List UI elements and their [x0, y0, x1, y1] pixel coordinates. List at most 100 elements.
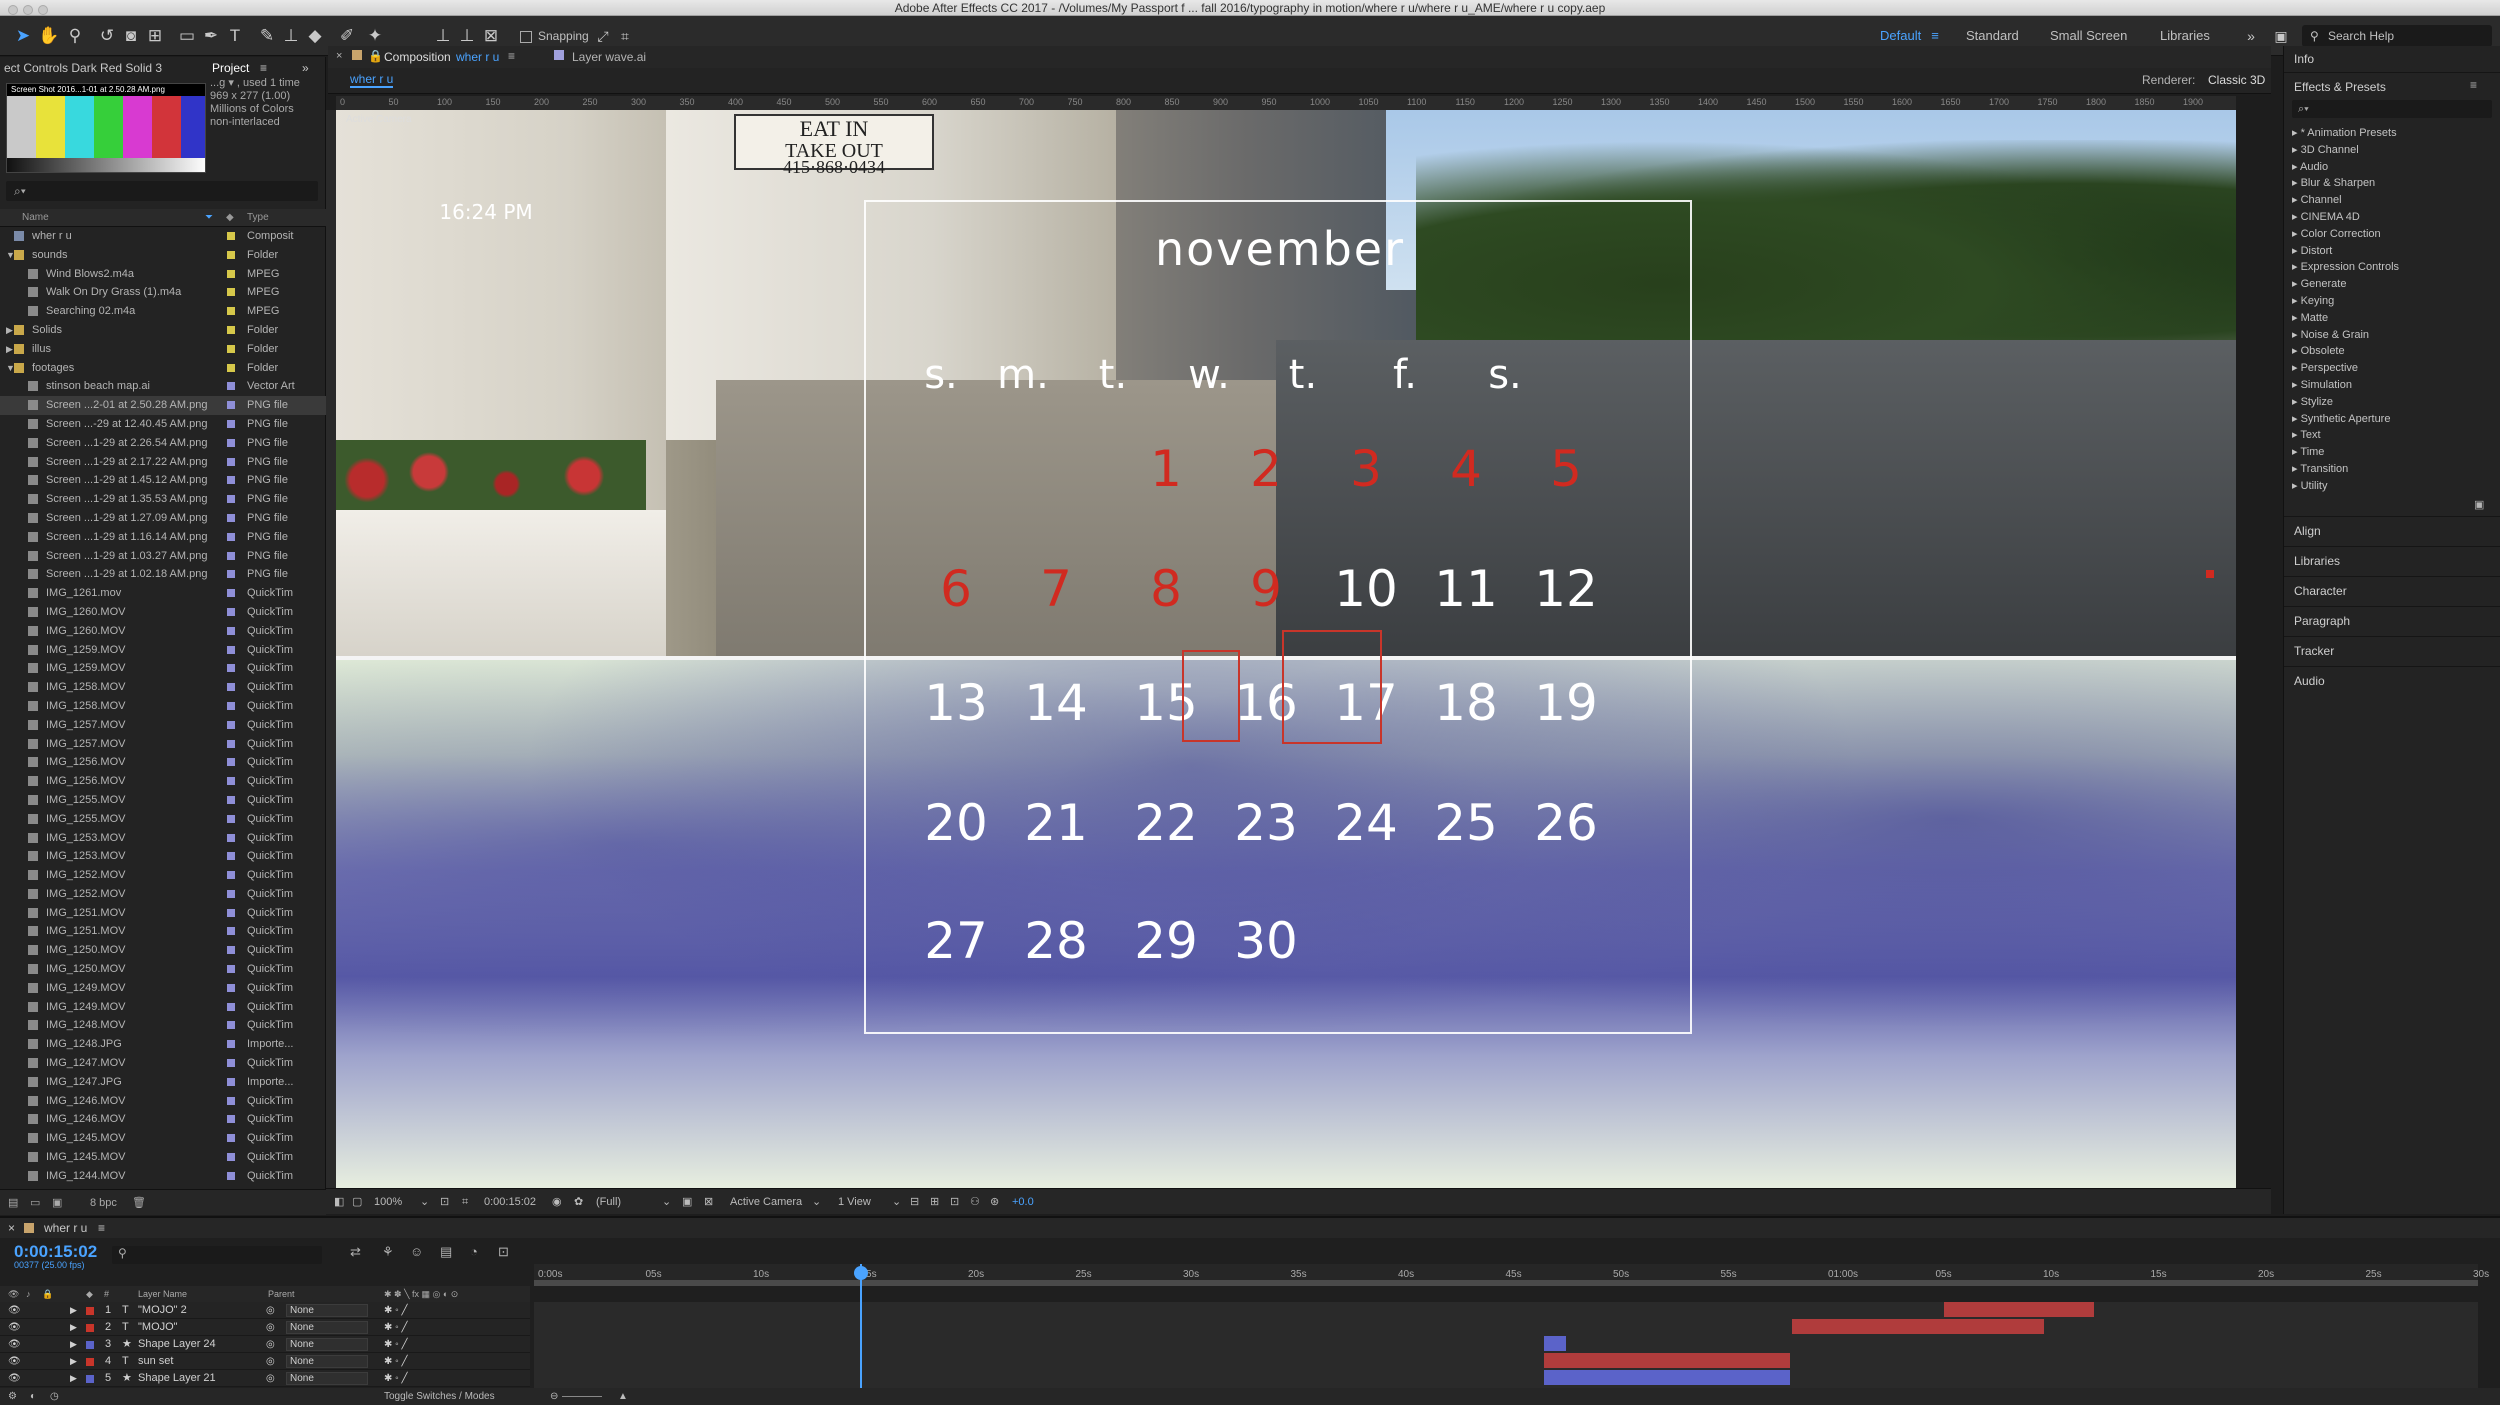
parent-select[interactable]: None — [286, 1321, 368, 1334]
layer-switches[interactable]: ✱ ◦ ╱ — [384, 1336, 408, 1353]
layer-twirl-icon[interactable]: ▶ — [70, 1353, 77, 1370]
disclosure-triangle-icon[interactable]: ▸ — [2292, 228, 2301, 240]
clone-stamp-tool-icon[interactable]: ⊥ — [280, 25, 302, 47]
calendar-day[interactable]: 14 — [1016, 674, 1096, 732]
project-item[interactable]: IMG_1250.MOV QuickTim — [0, 941, 326, 960]
always-preview-icon[interactable]: ◧ — [334, 1189, 344, 1215]
calendar-day[interactable]: 21 — [1016, 794, 1096, 852]
parent-select[interactable]: None — [286, 1372, 368, 1385]
disclosure-triangle-icon[interactable]: ▸ — [2292, 413, 2301, 425]
label-swatch[interactable] — [227, 777, 235, 786]
label-swatch[interactable] — [227, 344, 235, 353]
disclosure-triangle-icon[interactable]: ▸ — [2292, 245, 2301, 257]
effects-presets-header[interactable]: Effects & Presets — [2294, 80, 2386, 94]
disclosure-triangle-icon[interactable]: ▸ — [2292, 211, 2301, 223]
work-area-bar[interactable] — [534, 1280, 2478, 1286]
composition-viewer[interactable]: EAT IN TAKE OUT 415·868·0434 Active Came… — [336, 110, 2236, 1188]
project-item[interactable]: IMG_1245.MOV QuickTim — [0, 1129, 326, 1148]
project-item[interactable]: Screen ...1-29 at 1.16.14 AM.png PNG file — [0, 528, 326, 547]
interpret-footage-icon[interactable]: ▤ — [8, 1190, 18, 1216]
effect-category[interactable]: ▸ Noise & Grain — [2292, 328, 2369, 341]
pickwhip-icon[interactable]: ◎ — [266, 1353, 275, 1370]
label-swatch[interactable] — [227, 833, 235, 842]
label-swatch[interactable] — [227, 946, 235, 955]
project-item[interactable]: Searching 02.m4a MPEG — [0, 302, 326, 321]
layer-bars-area[interactable] — [534, 1302, 2478, 1392]
project-tab[interactable]: Project — [212, 57, 249, 79]
panel-section-tracker[interactable]: Tracker — [2284, 636, 2500, 664]
layer-tab[interactable]: Layer wave.ai — [572, 50, 646, 64]
label-swatch[interactable] — [227, 382, 235, 391]
label-swatch[interactable] — [227, 363, 235, 372]
modes-pane-icon[interactable]: ◐ — [30, 1388, 36, 1405]
hand-tool-icon[interactable]: ✋ — [38, 25, 60, 47]
layer-name[interactable]: Shape Layer 21 — [138, 1370, 216, 1387]
project-item[interactable]: IMG_1252.MOV QuickTim — [0, 885, 326, 904]
layer-bar-mojo-2[interactable] — [1944, 1302, 2094, 1317]
timeline-layer-row[interactable]: 👁 ▶ 3 ★ Shape Layer 24 ◎ None ✱ ◦ ╱ — [0, 1336, 530, 1353]
toggle-pixel-aspect-icon[interactable]: ⊟ — [910, 1189, 919, 1215]
disclosure-triangle-icon[interactable]: ▸ — [2292, 177, 2301, 189]
effect-category[interactable]: ▸ Blur & Sharpen — [2292, 176, 2375, 189]
calendar-day[interactable]: 28 — [1016, 912, 1096, 970]
puppet-pin-tool-icon[interactable]: ✦ — [364, 25, 386, 47]
label-swatch[interactable] — [227, 1115, 235, 1124]
project-item[interactable]: IMG_1260.MOV QuickTim — [0, 603, 326, 622]
effect-category[interactable]: ▸ Simulation — [2292, 378, 2352, 391]
project-item[interactable]: Screen ...1-29 at 1.27.09 AM.png PNG file — [0, 509, 326, 528]
disclosure-triangle-icon[interactable]: ▸ — [2292, 329, 2301, 341]
label-swatch[interactable] — [227, 325, 235, 334]
effect-category[interactable]: ▸ Matte — [2292, 311, 2328, 324]
av-features-icon[interactable]: 👁 — [8, 1286, 19, 1302]
snap-grid-icon[interactable]: ⌗ — [614, 25, 636, 47]
project-item[interactable]: IMG_1247.JPG Importe... — [0, 1073, 326, 1092]
project-item[interactable]: IMG_1249.MOV QuickTim — [0, 998, 326, 1017]
project-item[interactable]: IMG_1252.MOV QuickTim — [0, 866, 326, 885]
layer-twirl-icon[interactable]: ▶ — [70, 1336, 77, 1353]
effect-category[interactable]: ▸ Utility — [2292, 479, 2327, 492]
calendar-day[interactable]: 8 — [1126, 560, 1206, 618]
weekday-label[interactable]: t. — [1078, 352, 1148, 398]
label-swatch[interactable] — [227, 570, 235, 579]
disclosure-triangle-icon[interactable]: ▸ — [2292, 127, 2301, 139]
exposure-value[interactable]: +0.0 — [1012, 1189, 1034, 1215]
layer-label-swatch[interactable] — [86, 1307, 94, 1315]
close-timeline-icon[interactable]: × — [8, 1218, 15, 1238]
label-swatch[interactable] — [227, 476, 235, 485]
label-swatch[interactable] — [227, 664, 235, 673]
project-item[interactable]: IMG_1253.MOV QuickTim — [0, 847, 326, 866]
lock-column-icon[interactable]: 🔒 — [42, 1286, 53, 1302]
calendar-day[interactable]: 26 — [1526, 794, 1606, 852]
layer-bar-shape-21[interactable] — [1544, 1370, 1790, 1385]
label-swatch[interactable] — [227, 626, 235, 635]
panel-section-libraries[interactable]: Libraries — [2284, 546, 2500, 574]
disclosure-triangle-icon[interactable]: ▸ — [2292, 261, 2301, 273]
project-item[interactable]: Screen ...1-29 at 1.45.12 AM.png PNG file — [0, 471, 326, 490]
disclosure-triangle-icon[interactable]: ▸ — [2292, 379, 2301, 391]
world-axis-mode-icon[interactable]: ⊥ — [456, 25, 478, 47]
effect-category[interactable]: ▸ Synthetic Aperture — [2292, 412, 2390, 425]
workspace-libraries[interactable]: Libraries — [2160, 26, 2210, 46]
effect-category[interactable]: ▸ Expression Controls — [2292, 260, 2399, 273]
viewer-timecode[interactable]: 0:00:15:02 — [484, 1189, 536, 1215]
label-swatch[interactable] — [227, 1077, 235, 1086]
calendar-day[interactable]: 19 — [1526, 674, 1606, 732]
label-swatch[interactable] — [227, 908, 235, 917]
selection-tool-icon[interactable]: ➤ — [12, 25, 34, 47]
disclosure-triangle-icon[interactable]: ▸ — [2292, 480, 2301, 492]
project-item[interactable]: ▼ footages Folder — [0, 359, 326, 378]
timeline-zoom-slider[interactable] — [562, 1396, 602, 1397]
layer-switches[interactable]: ✱ ◦ ╱ — [384, 1302, 408, 1319]
more-workspaces-icon[interactable]: » — [2240, 25, 2262, 47]
close-window-button[interactable] — [8, 5, 18, 15]
effect-category[interactable]: ▸ Text — [2292, 428, 2321, 441]
panel-section-character[interactable]: Character — [2284, 576, 2500, 604]
parent-select[interactable]: None — [286, 1355, 368, 1368]
comp-breadcrumb[interactable]: wher r u — [350, 72, 394, 88]
timeline-layer-row[interactable]: 👁 ▶ 4 Tsun set ◎ None ✱ ◦ ╱ — [0, 1353, 530, 1370]
layer-name[interactable]: "MOJO" 2 — [138, 1302, 187, 1319]
layer-switches[interactable]: ✱ ◦ ╱ — [384, 1353, 408, 1370]
layer-label-swatch[interactable] — [86, 1358, 94, 1366]
label-swatch[interactable] — [227, 1002, 235, 1011]
current-time-display[interactable]: 0:00:15:02 — [14, 1242, 97, 1262]
